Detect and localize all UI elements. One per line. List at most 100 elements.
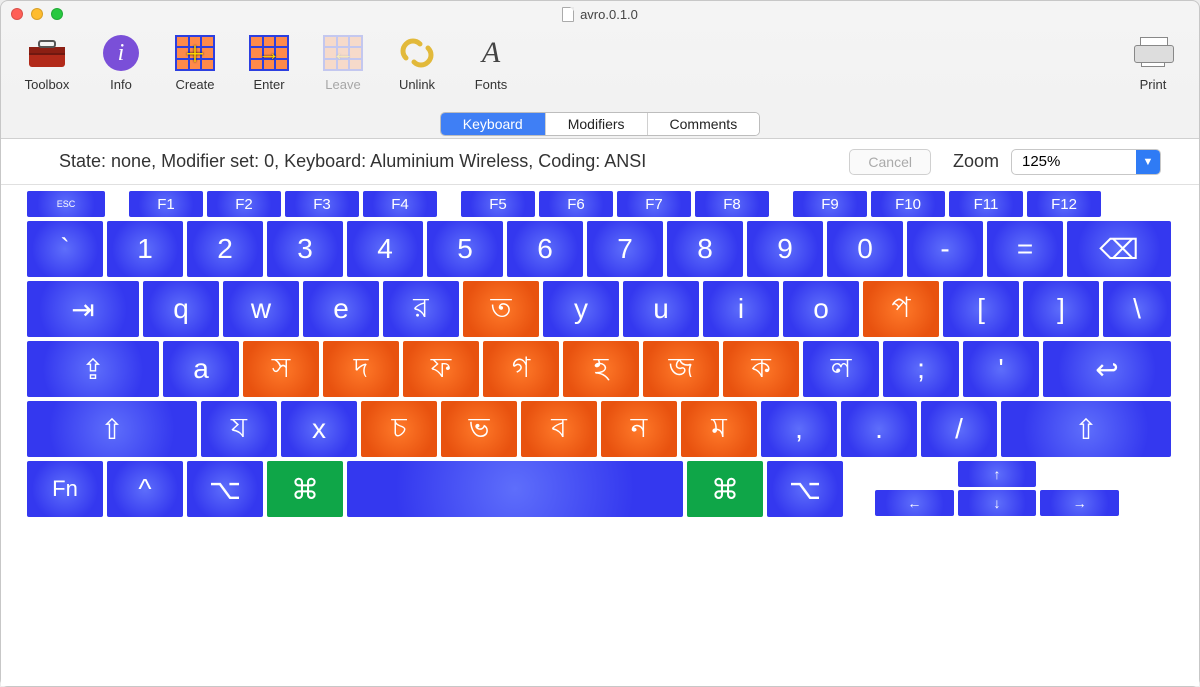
create-icon: ＋ <box>173 33 217 73</box>
key-n[interactable]: ন <box>601 401 677 457</box>
key-up[interactable]: ↑ <box>958 461 1037 487</box>
key-slash[interactable]: / <box>921 401 997 457</box>
document-icon <box>562 7 574 22</box>
key-m[interactable]: ম <box>681 401 757 457</box>
tab-modifiers[interactable]: Modifiers <box>545 113 647 135</box>
key-y[interactable]: y <box>543 281 619 337</box>
tab-comments[interactable]: Comments <box>647 113 760 135</box>
key-w[interactable]: w <box>223 281 299 337</box>
key-0[interactable]: 0 <box>827 221 903 277</box>
key-7[interactable]: 7 <box>587 221 663 277</box>
key-backslash[interactable]: \ <box>1103 281 1171 337</box>
enter-button[interactable]: → Enter <box>241 33 297 92</box>
enter-icon: → <box>247 33 291 73</box>
key-lbracket[interactable]: [ <box>943 281 1019 337</box>
key-comma[interactable]: , <box>761 401 837 457</box>
keyboard-area: ESC F1 F2 F3 F4 F5 F6 F7 F8 F9 F10 F11 F… <box>1 185 1199 686</box>
key-period[interactable]: . <box>841 401 917 457</box>
cancel-button[interactable]: Cancel <box>849 149 931 175</box>
key-backtick[interactable]: ` <box>27 221 103 277</box>
unlink-label: Unlink <box>399 77 435 92</box>
key-f6[interactable]: F6 <box>539 191 613 217</box>
tabs: Keyboard Modifiers Comments <box>440 112 760 136</box>
key-f1[interactable]: F1 <box>129 191 203 217</box>
key-x[interactable]: x <box>281 401 357 457</box>
create-button[interactable]: ＋ Create <box>167 33 223 92</box>
key-5[interactable]: 5 <box>427 221 503 277</box>
key-lcommand[interactable]: ⌘ <box>267 461 343 517</box>
key-g[interactable]: গ <box>483 341 559 397</box>
key-return[interactable]: ↩ <box>1043 341 1171 397</box>
tab-keyboard[interactable]: Keyboard <box>441 113 545 135</box>
zoom-value: 125% <box>1012 153 1136 170</box>
key-k[interactable]: ক <box>723 341 799 397</box>
key-u[interactable]: u <box>623 281 699 337</box>
key-v[interactable]: ভ <box>441 401 517 457</box>
key-right[interactable]: → <box>1040 490 1119 516</box>
key-p[interactable]: প <box>863 281 939 337</box>
key-q[interactable]: q <box>143 281 219 337</box>
key-r[interactable]: র <box>383 281 459 337</box>
print-label: Print <box>1140 77 1167 92</box>
key-e[interactable]: e <box>303 281 379 337</box>
key-8[interactable]: 8 <box>667 221 743 277</box>
key-d[interactable]: দ <box>323 341 399 397</box>
key-rbracket[interactable]: ] <box>1023 281 1099 337</box>
key-down[interactable]: ↓ <box>958 490 1037 516</box>
zoom-select[interactable]: 125% ▼ <box>1011 149 1161 175</box>
key-minus[interactable]: - <box>907 221 983 277</box>
key-rshift[interactable]: ⇧ <box>1001 401 1171 457</box>
unlink-button[interactable]: Unlink <box>389 33 445 92</box>
key-tab[interactable]: ⇥ <box>27 281 139 337</box>
key-f12[interactable]: F12 <box>1027 191 1101 217</box>
key-rcommand[interactable]: ⌘ <box>687 461 763 517</box>
toolbox-button[interactable]: Toolbox <box>19 33 75 92</box>
info-button[interactable]: i Info <box>93 33 149 92</box>
key-3[interactable]: 3 <box>267 221 343 277</box>
key-equal[interactable]: = <box>987 221 1063 277</box>
key-f3[interactable]: F3 <box>285 191 359 217</box>
key-f5[interactable]: F5 <box>461 191 535 217</box>
key-f11[interactable]: F11 <box>949 191 1023 217</box>
toolbox-icon <box>25 33 69 73</box>
key-f[interactable]: ফ <box>403 341 479 397</box>
key-6[interactable]: 6 <box>507 221 583 277</box>
key-control[interactable]: ^ <box>107 461 183 517</box>
key-quote[interactable]: ' <box>963 341 1039 397</box>
key-f7[interactable]: F7 <box>617 191 691 217</box>
key-f10[interactable]: F10 <box>871 191 945 217</box>
key-b[interactable]: ব <box>521 401 597 457</box>
fonts-button[interactable]: A Fonts <box>463 33 519 92</box>
key-s[interactable]: স <box>243 341 319 397</box>
key-capslock[interactable]: ⇪ <box>27 341 159 397</box>
print-button[interactable]: Print <box>1125 33 1181 92</box>
key-j[interactable]: জ <box>643 341 719 397</box>
key-loption[interactable]: ⌥ <box>187 461 263 517</box>
key-o[interactable]: o <box>783 281 859 337</box>
key-f4[interactable]: F4 <box>363 191 437 217</box>
chevron-down-icon: ▼ <box>1136 150 1160 174</box>
key-left[interactable]: ← <box>875 490 954 516</box>
key-backspace[interactable]: ⌫ <box>1067 221 1171 277</box>
key-9[interactable]: 9 <box>747 221 823 277</box>
key-a[interactable]: a <box>163 341 239 397</box>
key-h[interactable]: হ <box>563 341 639 397</box>
key-1[interactable]: 1 <box>107 221 183 277</box>
key-f8[interactable]: F8 <box>695 191 769 217</box>
key-2[interactable]: 2 <box>187 221 263 277</box>
key-c[interactable]: চ <box>361 401 437 457</box>
key-semicolon[interactable]: ; <box>883 341 959 397</box>
key-t[interactable]: ত <box>463 281 539 337</box>
key-l[interactable]: ল <box>803 341 879 397</box>
key-4[interactable]: 4 <box>347 221 423 277</box>
key-z[interactable]: য <box>201 401 277 457</box>
key-fn[interactable]: Fn <box>27 461 103 517</box>
key-i[interactable]: i <box>703 281 779 337</box>
key-lshift[interactable]: ⇧ <box>27 401 197 457</box>
key-roption[interactable]: ⌥ <box>767 461 843 517</box>
key-f2[interactable]: F2 <box>207 191 281 217</box>
key-esc[interactable]: ESC <box>27 191 105 217</box>
key-space[interactable] <box>347 461 683 517</box>
key-f9[interactable]: F9 <box>793 191 867 217</box>
create-label: Create <box>175 77 214 92</box>
